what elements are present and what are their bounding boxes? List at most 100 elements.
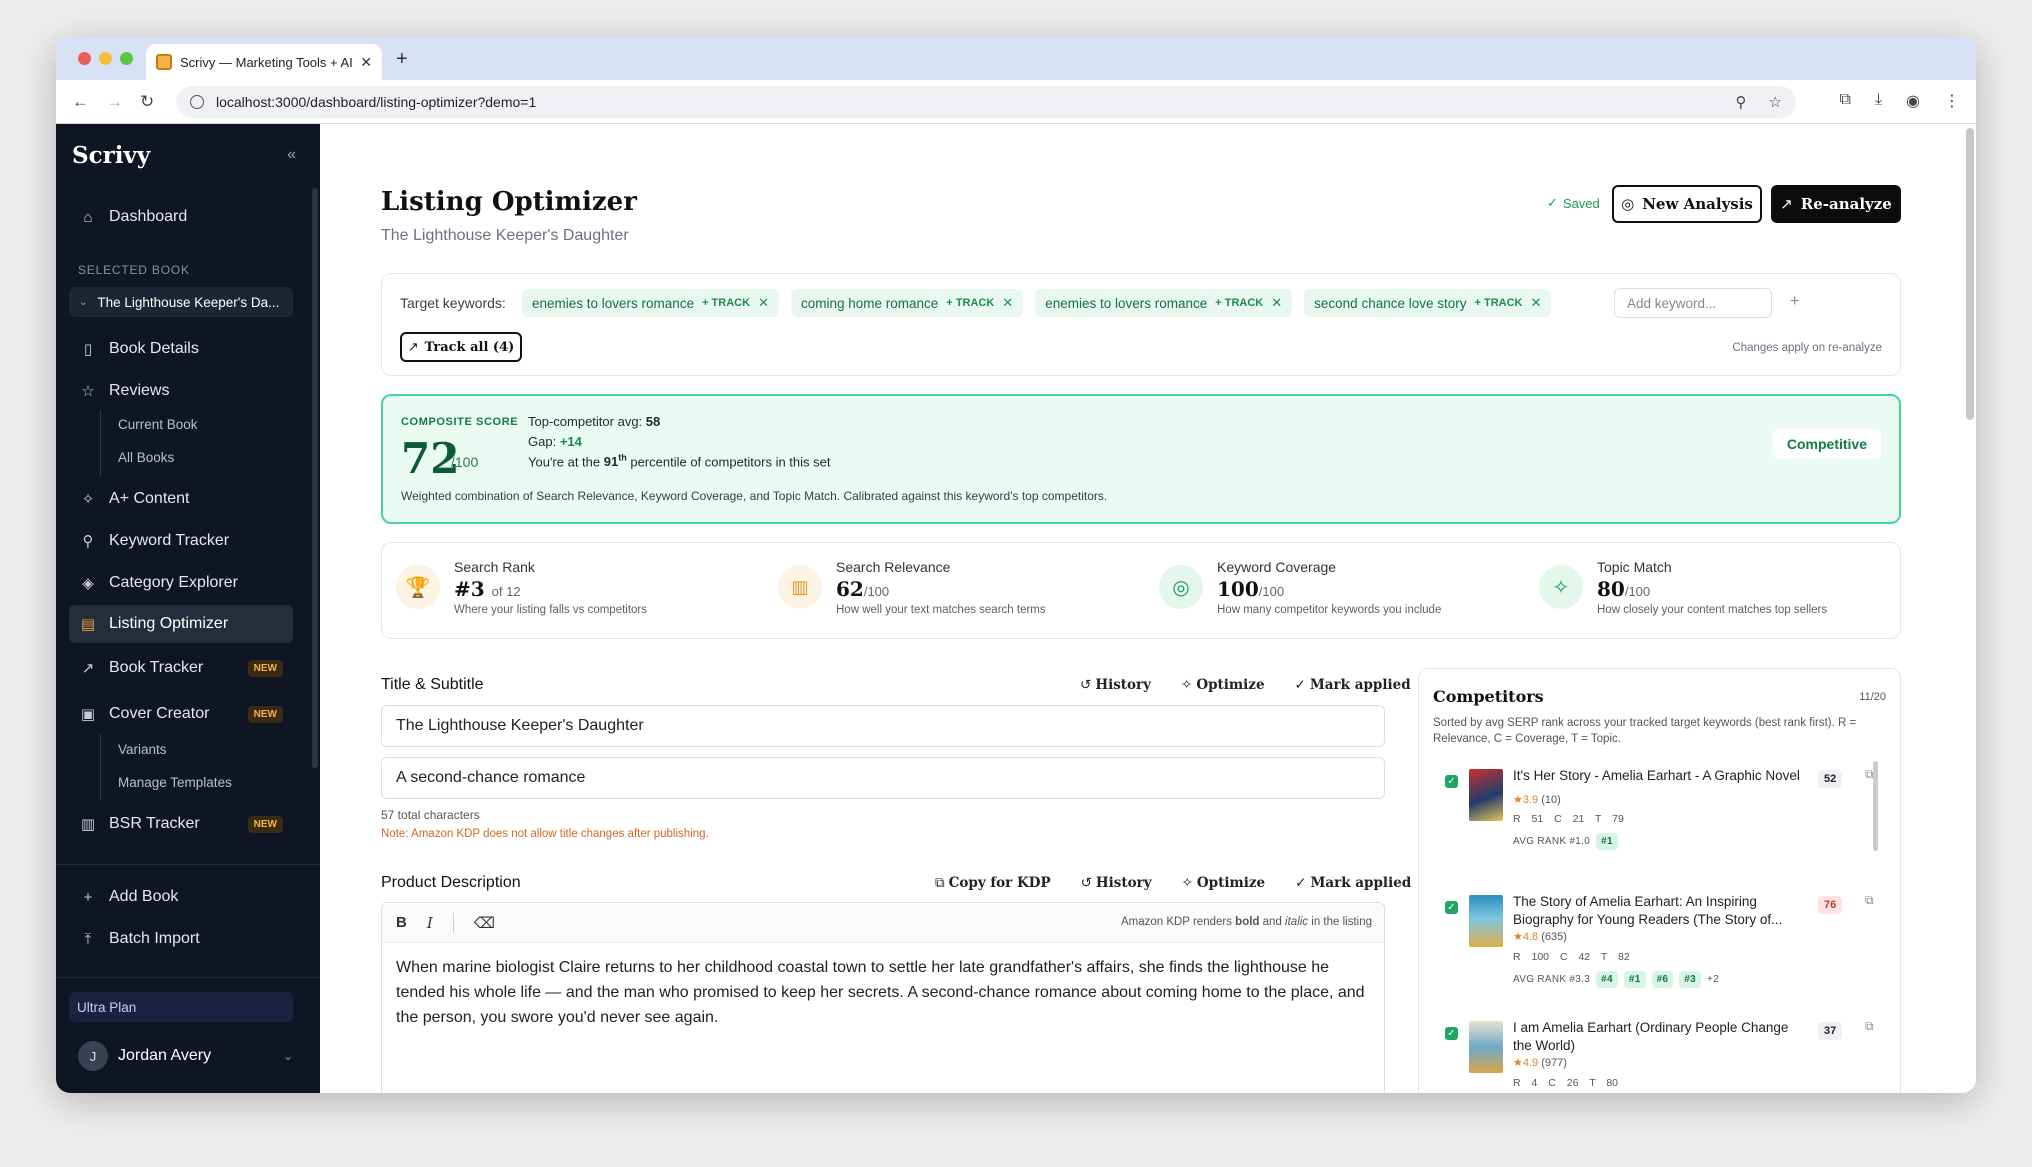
keyword-chip[interactable]: enemies to lovers romance + TRACK ✕ xyxy=(1035,289,1293,317)
close-window-button[interactable] xyxy=(78,52,91,65)
more-ranks: +2 xyxy=(1707,974,1720,985)
document-icon: ▤ xyxy=(80,616,96,633)
add-keyword-plus-icon[interactable]: + xyxy=(1790,293,1799,311)
track-keyword-button[interactable]: + TRACK xyxy=(702,297,750,309)
maximize-window-button[interactable] xyxy=(120,52,133,65)
extensions-icon[interactable]: ⧉ xyxy=(1840,91,1851,111)
remove-keyword-icon[interactable]: ✕ xyxy=(1002,295,1013,311)
chevron-down-icon: ⌄ xyxy=(282,1049,293,1063)
sidebar-item-book-tracker[interactable]: ↗ Book Tracker NEW xyxy=(69,649,293,687)
add-keyword-input[interactable]: Add keyword... xyxy=(1614,288,1772,318)
forward-icon[interactable]: → xyxy=(106,92,123,112)
reload-icon[interactable]: ↻ xyxy=(140,92,154,112)
sidebar-item-keyword-tracker[interactable]: ⚲ Keyword Tracker xyxy=(69,522,293,560)
remove-keyword-icon[interactable]: ✕ xyxy=(758,295,769,311)
competitor-item[interactable]: ✓ I am Amelia Earhart (Ordinary People C… xyxy=(1433,1019,1874,1093)
bold-button[interactable]: B xyxy=(396,914,407,931)
layers-icon: ◈ xyxy=(82,575,94,592)
bar-chart-icon: ▥ xyxy=(80,816,96,833)
remove-keyword-icon[interactable]: ✕ xyxy=(1271,295,1282,311)
competitor-checkbox[interactable]: ✓ xyxy=(1445,901,1458,914)
remove-keyword-icon[interactable]: ✕ xyxy=(1530,295,1541,311)
description-editor: B I ⌫ Amazon KDP renders bold and italic… xyxy=(381,902,1385,1093)
new-analysis-button[interactable]: ◎ New Analysis xyxy=(1612,185,1762,223)
track-keyword-button[interactable]: + TRACK xyxy=(1215,297,1263,309)
sidebar-item-bsr-tracker[interactable]: ▥ BSR Tracker NEW xyxy=(69,805,293,843)
sidebar-item-cover-creator[interactable]: ▣ Cover Creator NEW xyxy=(69,695,293,733)
favicon-icon xyxy=(156,54,172,70)
competitor-checkbox[interactable]: ✓ xyxy=(1445,775,1458,788)
sidebar-subitem-current-book[interactable]: Current Book xyxy=(118,417,198,432)
target-icon: ◎ xyxy=(1159,565,1203,609)
copy-icon[interactable]: ⧉ xyxy=(1865,893,1874,908)
plan-badge[interactable]: Ultra Plan xyxy=(69,992,293,1022)
competitor-item[interactable]: ✓ It's Her Story - Amelia Earhart - A Gr… xyxy=(1433,767,1874,877)
copy-icon[interactable]: ⧉ xyxy=(1865,1019,1874,1034)
page-scrollbar[interactable] xyxy=(1966,128,1974,420)
url-bar[interactable]: localhost:3000/dashboard/listing-optimiz… xyxy=(176,86,1796,118)
competitor-checkbox[interactable]: ✓ xyxy=(1445,1027,1458,1040)
minimize-window-button[interactable] xyxy=(99,52,112,65)
brand-logo[interactable]: Scrivy xyxy=(72,142,150,169)
optimize-button[interactable]: ✧ Optimize xyxy=(1181,677,1265,693)
history-icon: ↺ xyxy=(1080,677,1092,693)
new-badge: NEW xyxy=(247,815,283,833)
close-tab-icon[interactable]: ✕ xyxy=(360,54,372,71)
browser-tab[interactable]: Scrivy — Marketing Tools + AI ✕ xyxy=(146,44,382,80)
track-keyword-button[interactable]: + TRACK xyxy=(1475,297,1523,309)
profile-icon[interactable]: ◉ xyxy=(1906,91,1920,111)
collapse-sidebar-icon[interactable]: « xyxy=(287,146,296,164)
sidebar-subitem-all-books[interactable]: All Books xyxy=(118,450,174,465)
description-textarea[interactable]: When marine biologist Claire returns to … xyxy=(382,943,1384,1042)
sidebar-item-add-book[interactable]: + Add Book xyxy=(69,878,293,916)
sidebar-item-listing-optimizer[interactable]: ▤ Listing Optimizer xyxy=(69,605,293,643)
track-all-button[interactable]: ↗ Track all (4) xyxy=(400,332,522,362)
book-cover-image xyxy=(1469,895,1503,947)
user-menu[interactable]: J Jordan Avery ⌄ xyxy=(78,1041,293,1071)
sidebar-item-reviews[interactable]: ☆ Reviews xyxy=(69,372,293,410)
sidebar-scrollbar[interactable] xyxy=(312,188,318,768)
menu-icon[interactable]: ⋮ xyxy=(1944,91,1960,111)
sidebar-item-batch-import[interactable]: ⤒ Batch Import xyxy=(69,920,293,958)
sidebar-item-aplus-content[interactable]: ✧ A+ Content xyxy=(69,480,293,518)
competitors-count: 11/20 xyxy=(1859,691,1886,703)
selected-book-dropdown[interactable]: ⌄ The Lighthouse Keeper's Da... xyxy=(69,287,293,317)
back-icon[interactable]: ← xyxy=(72,92,89,112)
mark-applied-button[interactable]: ✓ Mark applied xyxy=(1295,677,1411,693)
competitors-scrollbar[interactable] xyxy=(1873,761,1878,851)
competitor-rating: ★3.9 (10) xyxy=(1513,794,1561,806)
sidebar-subitem-variants[interactable]: Variants xyxy=(118,742,167,757)
history-button[interactable]: ↺ History xyxy=(1080,677,1151,693)
check-circle-icon: ✓ xyxy=(1547,195,1558,210)
sidebar-subitem-manage-templates[interactable]: Manage Templates xyxy=(118,775,232,790)
clear-format-icon[interactable]: ⌫ xyxy=(474,914,495,932)
sparkle-icon: ✧ xyxy=(81,491,95,508)
browser-window: Scrivy — Marketing Tools + AI ✕ + ← → ↻ … xyxy=(56,37,1976,1093)
history-icon: ↺ xyxy=(1080,875,1092,891)
subtitle-input[interactable]: A second-chance romance xyxy=(381,757,1385,799)
site-info-icon[interactable] xyxy=(190,95,204,109)
reanalyze-button[interactable]: ↗ Re-analyze xyxy=(1771,185,1901,223)
check-circle-icon: ✓ xyxy=(1294,677,1306,693)
new-tab-icon[interactable]: + xyxy=(396,48,408,71)
keyword-chip[interactable]: enemies to lovers romance + TRACK ✕ xyxy=(522,289,779,317)
competitor-rating: ★4.9 (977) xyxy=(1513,1057,1567,1069)
track-keyword-button[interactable]: + TRACK xyxy=(946,297,994,309)
italic-button[interactable]: I xyxy=(427,914,433,932)
bookmark-star-icon[interactable]: ☆ xyxy=(1769,93,1782,111)
metrics-card: 🏆 Search Rank #3 of 12 Where your listin… xyxy=(381,542,1901,639)
keyword-chip[interactable]: coming home romance + TRACK ✕ xyxy=(790,289,1024,317)
competitor-item[interactable]: ✓ The Story of Amelia Earhart: An Inspir… xyxy=(1433,893,1874,1003)
sidebar-item-category-explorer[interactable]: ◈ Category Explorer xyxy=(69,564,293,602)
title-input[interactable]: The Lighthouse Keeper's Daughter xyxy=(381,705,1385,747)
copy-for-kdp-button[interactable]: ⧉ Copy for KDP xyxy=(935,875,1051,891)
optimize-button[interactable]: ✧ Optimize xyxy=(1182,875,1266,891)
zoom-icon[interactable]: ⚲ xyxy=(1736,93,1747,111)
main-content: Listing Optimizer The Lighthouse Keeper'… xyxy=(320,124,1976,1093)
mark-applied-button[interactable]: ✓ Mark applied xyxy=(1295,875,1411,891)
history-button[interactable]: ↺ History xyxy=(1081,875,1152,891)
keyword-chip[interactable]: second chance love story + TRACK ✕ xyxy=(1304,289,1552,317)
download-icon[interactable]: ⤓ xyxy=(1875,91,1882,111)
sidebar-item-dashboard[interactable]: ⌂ Dashboard xyxy=(69,198,293,236)
sidebar-item-book-details[interactable]: ▯ Book Details xyxy=(69,330,293,368)
